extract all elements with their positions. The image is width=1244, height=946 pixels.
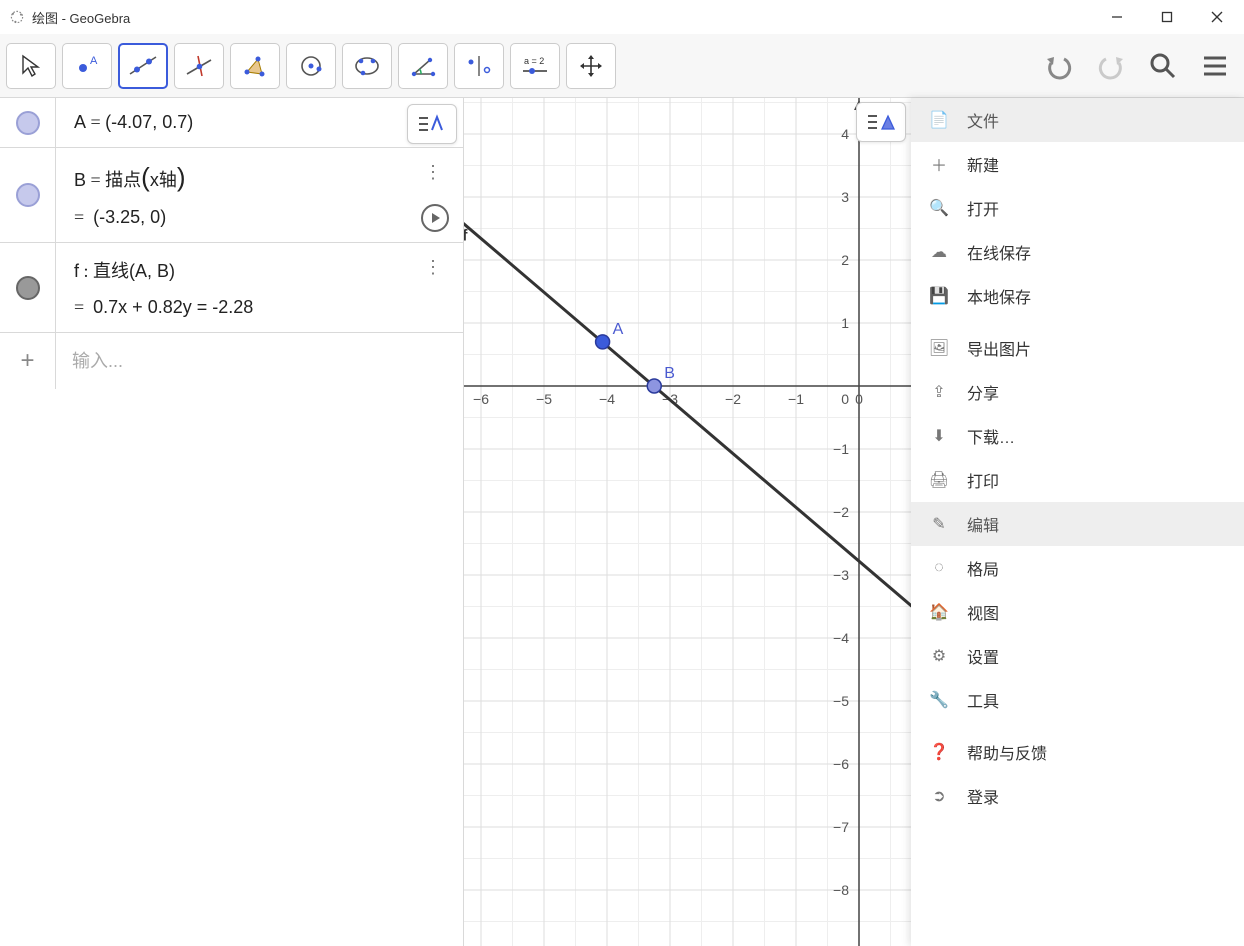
svg-text:−4: −4 <box>833 630 849 646</box>
cloud-save-icon: ☁ <box>929 242 949 262</box>
svg-text:0: 0 <box>841 391 849 407</box>
tool-move[interactable] <box>6 43 56 89</box>
obj-f-label: f <box>74 261 79 281</box>
window-minimize-button[interactable] <box>1092 0 1142 34</box>
tool-reflect[interactable] <box>454 43 504 89</box>
search-button[interactable] <box>1140 43 1186 89</box>
svg-text:1: 1 <box>841 315 849 331</box>
window-title: 绘图 - GeoGebra <box>32 8 130 27</box>
menu-download[interactable]: ⬇下载… <box>911 414 1244 458</box>
visibility-toggle-A[interactable] <box>16 111 40 135</box>
svg-text:B: B <box>664 365 675 382</box>
menu-save-local[interactable]: 💾本地保存 <box>911 274 1244 318</box>
help-icon: ❓ <box>929 742 949 762</box>
wrench-icon: 🔧 <box>929 690 949 710</box>
algebra-panel: A = (-4.07, 0.7) ⋮ B = 描点(x轴) = (-3.25, … <box>0 98 464 946</box>
svg-text:A: A <box>90 55 98 67</box>
visibility-toggle-B[interactable] <box>16 183 40 207</box>
menu-view[interactable]: 🏠视图 <box>911 590 1244 634</box>
obj-A-label: A <box>74 112 86 132</box>
app-icon <box>8 8 26 26</box>
undo-button[interactable] <box>1036 43 1082 89</box>
svg-text:−3: −3 <box>833 567 849 583</box>
menu-help[interactable]: ❓帮助与反馈 <box>911 730 1244 774</box>
tool-line[interactable] <box>118 43 168 89</box>
print-icon: 🖨 <box>929 470 949 490</box>
svg-text:−5: −5 <box>536 391 552 407</box>
tool-move-view[interactable] <box>566 43 616 89</box>
layout-icon: ◌ <box>929 558 949 578</box>
svg-text:0: 0 <box>855 391 863 407</box>
window-close-button[interactable] <box>1192 0 1242 34</box>
menu-settings[interactable]: ⚙设置 <box>911 634 1244 678</box>
svg-text:f: f <box>464 227 468 244</box>
svg-text:−1: −1 <box>788 391 804 407</box>
svg-text:−6: −6 <box>833 756 849 772</box>
save-icon: 💾 <box>929 286 949 306</box>
menu-share[interactable]: ⇪分享 <box>911 370 1244 414</box>
menu-tools[interactable]: 🔧工具 <box>911 678 1244 722</box>
svg-text:3: 3 <box>841 189 849 205</box>
svg-text:A: A <box>613 321 624 338</box>
svg-text:2: 2 <box>841 252 849 268</box>
svg-text:−5: −5 <box>833 693 849 709</box>
obj-B-value: (-3.25, 0) <box>93 207 166 227</box>
tool-angle[interactable] <box>398 43 448 89</box>
algebra-row-A[interactable]: A = (-4.07, 0.7) <box>0 98 463 148</box>
gear-icon: ⚙ <box>929 646 949 666</box>
svg-text:a = 2: a = 2 <box>524 56 544 66</box>
search-icon: 🔍 <box>929 198 949 218</box>
svg-text:−4: −4 <box>599 391 615 407</box>
obj-f-equation: 0.7x + 0.82y = -2.28 <box>93 297 253 317</box>
tool-slider[interactable]: a = 2 <box>510 43 560 89</box>
algebra-input[interactable] <box>56 333 463 389</box>
visibility-toggle-f[interactable] <box>16 276 40 300</box>
pencil-icon: ✎ <box>929 514 949 534</box>
menu-open[interactable]: 🔍打开 <box>911 186 1244 230</box>
algebra-row-f[interactable]: ⋮ f : 直线(A, B) = 0.7x + 0.82y = -2.28 <box>0 243 463 333</box>
plus-icon: ＋ <box>929 154 949 174</box>
play-button[interactable] <box>421 204 449 232</box>
menu-export-image[interactable]: 🖼导出图片 <box>911 326 1244 370</box>
menu-file-header: 📄文件 <box>911 98 1244 142</box>
window-titlebar: 绘图 - GeoGebra <box>0 0 1244 34</box>
signin-icon: ➲ <box>929 786 949 806</box>
menu-perspectives[interactable]: ◌格局 <box>911 546 1244 590</box>
menu-save-online[interactable]: ☁在线保存 <box>911 230 1244 274</box>
svg-text:−1: −1 <box>833 441 849 457</box>
obj-B-label: B <box>74 170 86 190</box>
svg-text:−8: −8 <box>833 882 849 898</box>
obj-A-value: (-4.07, 0.7) <box>105 112 193 132</box>
main-menu-panel: 📄文件 ＋新建 🔍打开 ☁在线保存 💾本地保存 🖼导出图片 ⇪分享 ⬇下载… 🖨… <box>911 98 1244 946</box>
tool-point[interactable]: A <box>62 43 112 89</box>
more-icon[interactable]: ⋮ <box>424 257 443 278</box>
redo-button[interactable] <box>1088 43 1134 89</box>
svg-text:−6: −6 <box>473 391 489 407</box>
main-toolbar: A a = 2 <box>0 34 1244 98</box>
svg-text:−2: −2 <box>833 504 849 520</box>
svg-text:−7: −7 <box>833 819 849 835</box>
share-icon: ⇪ <box>929 382 949 402</box>
add-object-button[interactable]: + <box>0 333 56 389</box>
download-icon: ⬇ <box>929 426 949 446</box>
menu-signin[interactable]: ➲登录 <box>911 774 1244 818</box>
window-maximize-button[interactable] <box>1142 0 1192 34</box>
image-icon: 🖼 <box>929 338 949 358</box>
file-icon: 📄 <box>929 110 949 130</box>
menu-edit-header: ✎编辑 <box>911 502 1244 546</box>
menu-new[interactable]: ＋新建 <box>911 142 1244 186</box>
tool-perpendicular[interactable] <box>174 43 224 89</box>
algebra-row-B[interactable]: ⋮ B = 描点(x轴) = (-3.25, 0) <box>0 148 463 243</box>
hamburger-menu-button[interactable] <box>1192 43 1238 89</box>
tool-ellipse[interactable] <box>342 43 392 89</box>
menu-print[interactable]: 🖨打印 <box>911 458 1244 502</box>
svg-text:−2: −2 <box>725 391 741 407</box>
graphics-settings-button[interactable] <box>856 102 906 142</box>
home-icon: 🏠 <box>929 602 949 622</box>
more-icon[interactable]: ⋮ <box>424 162 443 183</box>
algebra-input-row: + <box>0 333 463 389</box>
tool-circle[interactable] <box>286 43 336 89</box>
tool-polygon[interactable] <box>230 43 280 89</box>
svg-text:4: 4 <box>841 126 849 142</box>
